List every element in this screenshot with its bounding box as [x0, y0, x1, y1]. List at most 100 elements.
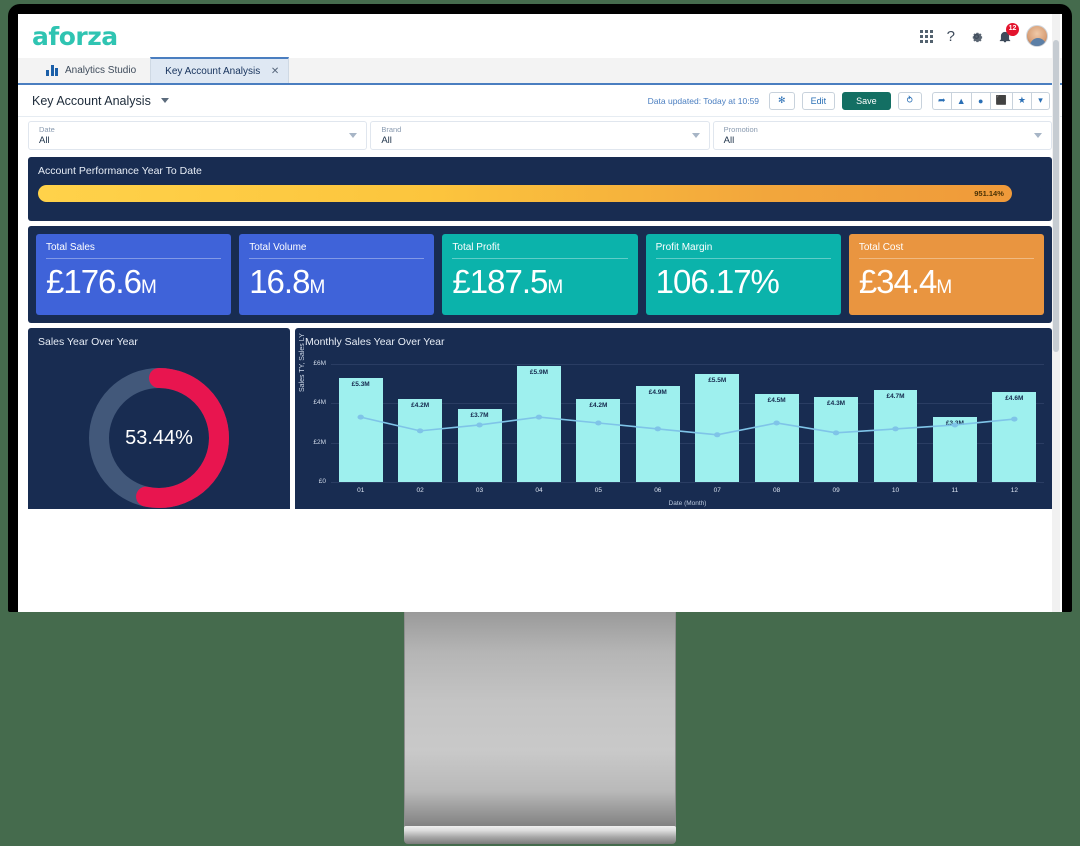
kpi-value: £176.6M — [46, 263, 157, 300]
analytics-bars-icon — [46, 64, 58, 76]
filter-label: Promotion — [723, 125, 758, 134]
notification-badge: 12 — [1006, 22, 1019, 36]
dashboard-actions: Data updated: Today at 10:59 ✻ Edit Save… — [647, 91, 1050, 110]
gear-icon[interactable] — [969, 29, 984, 44]
screen: aforza ? 12 Analytics Studio Key Account… — [18, 14, 1062, 612]
dashboard-tool-buttons: ➦ ▲ ● ⬛ ★ ▾ — [931, 91, 1050, 110]
fullscreen-button[interactable]: ⥁ — [897, 91, 922, 110]
kpi-value: 16.8M — [249, 263, 325, 300]
widget-title: Monthly Sales Year Over Year — [305, 336, 445, 348]
global-header-actions: ? 12 — [919, 22, 1048, 47]
donut-chart[interactable]: 53.44% — [28, 354, 290, 509]
save-button[interactable]: Save — [842, 91, 891, 110]
monthly-sales-widget: Monthly Sales Year Over Year Sales TY, S… — [295, 328, 1052, 509]
filter-brand[interactable]: Brand All — [370, 121, 710, 150]
line-point[interactable] — [595, 420, 602, 426]
plot: £0 £2M £4M £6M £5.3M 01 £4.2M 02 £3.7M 03 £5.9M 04… — [313, 360, 1044, 494]
share-icon[interactable]: ➦ — [931, 91, 951, 110]
sales-yoy-widget: Sales Year Over Year 53.44% — [28, 328, 290, 509]
account-performance-widget: Account Performance Year To Date 951.14% — [28, 157, 1052, 221]
kpi-value: £187.5M — [452, 263, 563, 300]
scrollbar-thumb[interactable] — [1053, 40, 1059, 352]
line-point[interactable] — [357, 414, 364, 420]
divider — [655, 258, 831, 259]
aforza-logo: aforza — [32, 21, 118, 51]
page-title-group: Key Account Analysis — [32, 94, 169, 108]
more-chevron-icon[interactable]: ▾ — [1031, 91, 1050, 110]
x-axis-tick: 06 — [654, 487, 662, 494]
kpi-suffix: M — [309, 277, 325, 298]
y-axis-tick: £6M — [313, 360, 326, 367]
chart-plot-area[interactable]: Sales TY, Sales LY £0 £2M £4M £6M £5.3M 01 £4… — [295, 333, 1052, 509]
kpi-total-profit[interactable]: Total Profit £187.5M — [442, 234, 638, 315]
donut-center-value: 53.44% — [125, 426, 193, 449]
filter-value: All — [39, 135, 50, 146]
filter-label: Date — [39, 125, 55, 134]
line-point[interactable] — [476, 422, 483, 428]
filter-value: All — [381, 135, 392, 146]
subscribe-bell-icon[interactable]: ▲ — [950, 91, 971, 110]
avatar[interactable] — [1026, 25, 1048, 47]
line-point[interactable] — [713, 432, 721, 438]
line-point[interactable] — [892, 426, 899, 432]
kpi-total-sales[interactable]: Total Sales £176.6M — [36, 234, 232, 315]
filter-date[interactable]: Date All — [28, 121, 368, 150]
line-point[interactable] — [951, 422, 959, 428]
close-icon[interactable]: ✕ — [271, 66, 279, 77]
global-header: aforza ? 12 — [18, 14, 1062, 58]
kpi-value: 106.17% — [655, 263, 780, 300]
widget-title: Sales Year Over Year — [38, 336, 138, 348]
line-point[interactable] — [535, 414, 543, 420]
chevron-down-icon[interactable] — [1033, 133, 1042, 138]
x-axis-tick: 05 — [594, 487, 602, 494]
help-icon[interactable]: ? — [947, 28, 955, 45]
kpi-label: Total Cost — [858, 242, 904, 253]
filter-bar: Date All Brand All Promotion All — [18, 117, 1062, 155]
line-path — [361, 417, 1015, 435]
chatter-icon[interactable]: ● — [970, 91, 990, 110]
line-point[interactable] — [1011, 416, 1018, 422]
y-axis-title: Sales TY, Sales LY — [299, 333, 306, 392]
line-point[interactable] — [832, 430, 840, 436]
widget-title: Account Performance Year To Date — [38, 165, 202, 177]
notifications-icon[interactable]: 12 — [998, 22, 1019, 44]
dashboard-canvas: Account Performance Year To Date 951.14%… — [18, 155, 1062, 509]
line-point[interactable] — [773, 420, 780, 426]
print-icon[interactable]: ⬛ — [989, 91, 1012, 110]
data-updated-text: Data updated: Today at 10:59 — [647, 95, 760, 106]
kpi-profit-margin[interactable]: Profit Margin 106.17% — [645, 234, 841, 315]
edit-button[interactable]: Edit — [801, 91, 836, 110]
x-axis-tick: 03 — [475, 487, 484, 494]
refresh-button[interactable]: ✻ — [769, 91, 795, 110]
line-point[interactable] — [654, 426, 662, 432]
filter-label: Brand — [381, 125, 402, 134]
line-point[interactable] — [416, 428, 424, 434]
monitor-stand-neck — [404, 612, 676, 836]
kpi-label: Total Sales — [46, 242, 95, 253]
favorite-star-icon[interactable]: ★ — [1011, 91, 1031, 110]
page-title: Key Account Analysis — [32, 93, 151, 108]
tab-analytics-studio[interactable]: Analytics Studio — [32, 57, 150, 83]
vertical-scrollbar[interactable] — [1052, 14, 1060, 612]
y-axis-tick: £2M — [313, 438, 326, 446]
x-axis-tick: 11 — [951, 487, 959, 494]
tab-label: Analytics Studio — [65, 64, 137, 76]
monitor-bezel: aforza ? 12 Analytics Studio Key Account… — [8, 4, 1072, 612]
chevron-down-icon[interactable] — [349, 133, 358, 138]
mid-widgets-row: Sales Year Over Year 53.44% Monthly Sale… — [28, 328, 1052, 509]
x-axis-tick: 12 — [1010, 487, 1018, 494]
kpi-label: Total Profit — [452, 242, 500, 253]
tab-key-account-analysis[interactable]: Key Account Analysis ✕ — [150, 57, 290, 83]
filter-promotion[interactable]: Promotion All — [712, 121, 1052, 150]
kpi-total-volume[interactable]: Total Volume 16.8M — [239, 234, 435, 315]
divider — [46, 258, 222, 259]
kpi-total-cost[interactable]: Total Cost £34.4M — [848, 234, 1045, 315]
kpi-suffix: M — [140, 277, 157, 298]
chevron-down-icon[interactable] — [160, 98, 169, 103]
kpi-suffix: M — [547, 277, 563, 298]
divider — [858, 258, 1035, 259]
chevron-down-icon[interactable] — [691, 133, 700, 138]
app-launcher-icon[interactable] — [919, 29, 933, 43]
y-axis-tick: £0 — [318, 478, 326, 485]
monitor-stand-base — [404, 826, 676, 844]
